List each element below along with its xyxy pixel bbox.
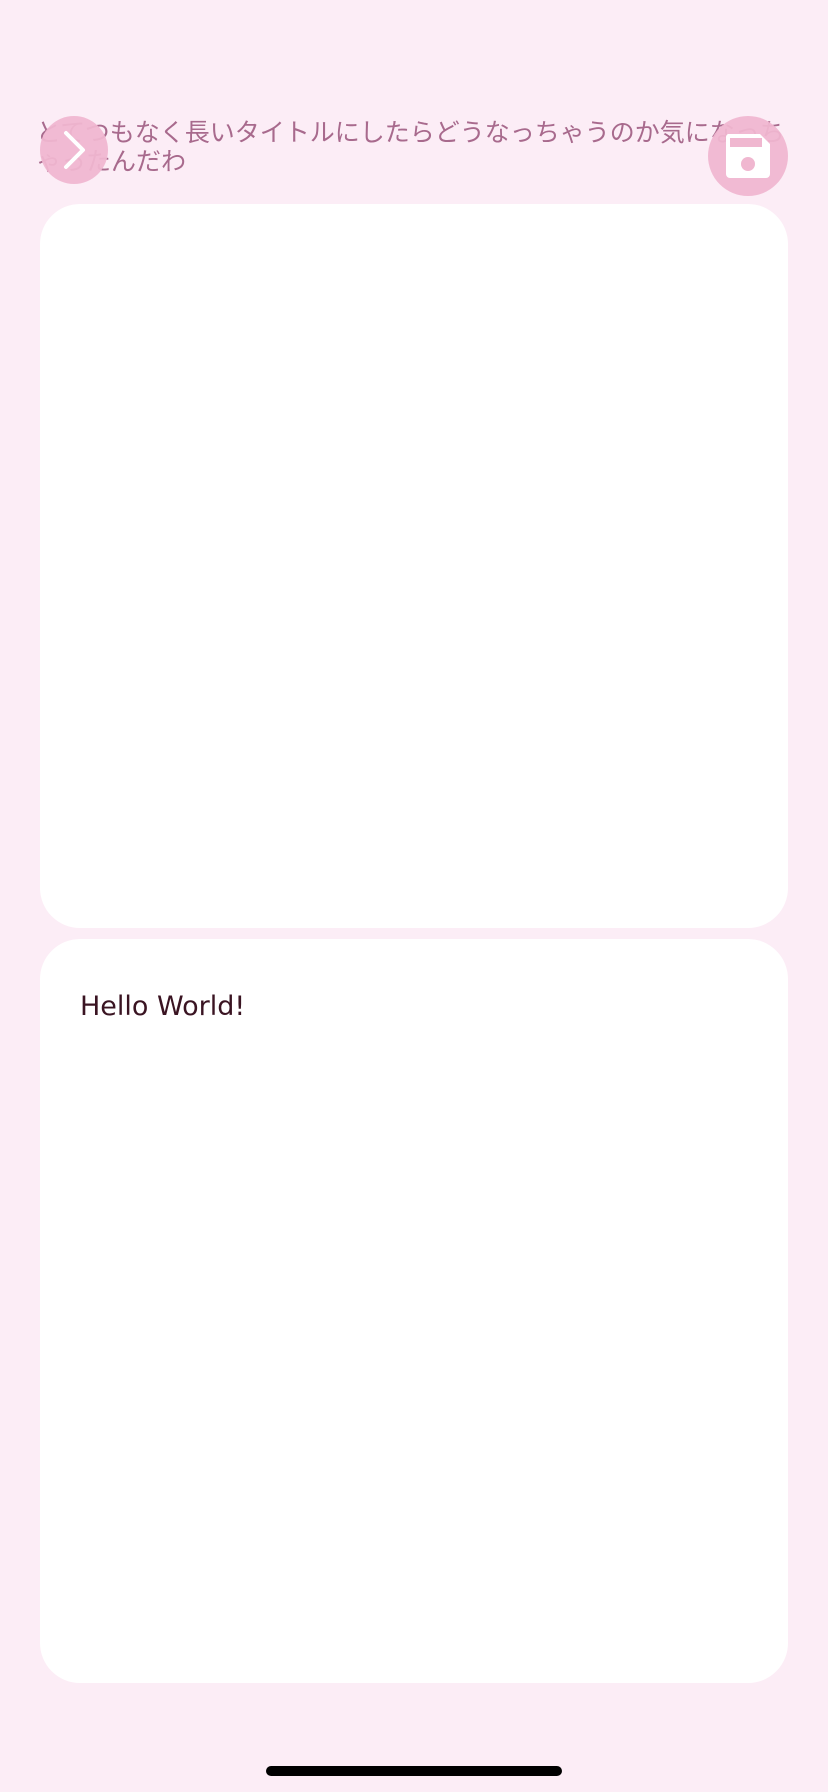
- floppy-disk-icon: [724, 132, 772, 180]
- home-indicator[interactable]: [266, 1766, 562, 1776]
- card-text: Hello World!: [80, 991, 246, 1022]
- forward-button[interactable]: [40, 116, 108, 184]
- content-card-top: [40, 204, 788, 928]
- chevron-right-icon: [57, 130, 91, 170]
- save-button[interactable]: [708, 116, 788, 196]
- page-title: とてつもなく長いタイトルにしたらどうなっちゃうのか気になっちゃったんだわ: [36, 118, 785, 176]
- content-card-bottom: Hello World!: [40, 939, 788, 1683]
